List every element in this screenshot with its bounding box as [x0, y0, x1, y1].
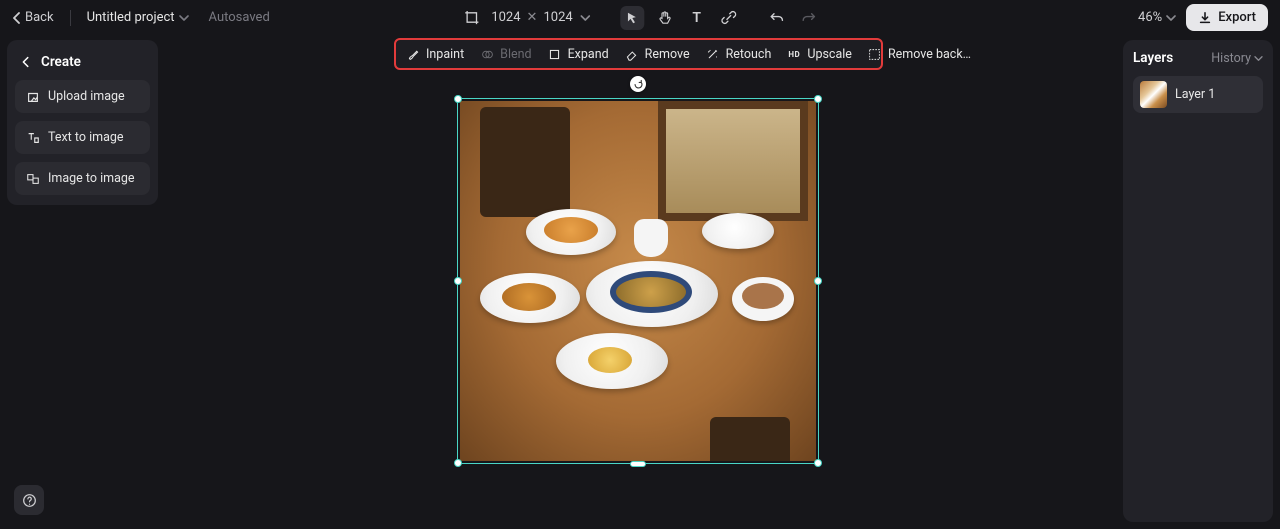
remove-background-button[interactable]: Remove back… [868, 47, 971, 62]
text-icon: T [692, 10, 701, 26]
select-tool-button[interactable] [621, 6, 645, 30]
export-label: Export [1218, 10, 1256, 25]
remove-button[interactable]: Remove [625, 47, 690, 62]
layers-title: Layers [1133, 50, 1173, 66]
upload-image-button[interactable]: Upload image [15, 80, 150, 113]
eraser-icon [625, 47, 639, 61]
chevron-down-icon [179, 14, 189, 22]
create-title: Create [41, 54, 81, 70]
autosave-status: Autosaved [209, 10, 270, 25]
layer-thumbnail [1140, 81, 1167, 108]
link-icon [721, 10, 736, 25]
rotate-handle[interactable] [630, 76, 646, 92]
cursor-icon [626, 11, 640, 25]
help-icon [22, 493, 37, 508]
create-heading: Create [19, 54, 146, 70]
zoom-label: 46% [1138, 10, 1162, 25]
back-label: Back [25, 10, 54, 25]
arrow-back-icon [19, 55, 33, 69]
ai-action-toolbar: Inpaint Blend Expand Remove Retouch HD U… [394, 38, 883, 70]
pan-tool-button[interactable] [653, 6, 677, 30]
left-panel: Create Upload image Text to image Image … [7, 40, 158, 205]
link-tool-button[interactable] [717, 6, 741, 30]
resize-handle-bm[interactable] [630, 461, 646, 467]
remove-bg-label: Remove back… [888, 47, 971, 62]
canvas-selection[interactable] [457, 98, 819, 464]
text-tool-button[interactable]: T [685, 6, 709, 30]
fit-screen-button[interactable] [459, 6, 483, 30]
selection-rectangle [457, 98, 819, 464]
crop-icon [464, 10, 479, 25]
image-to-image-icon [25, 171, 40, 186]
brush-icon [406, 47, 420, 61]
resize-handle-tr[interactable] [814, 95, 822, 103]
inpaint-label: Inpaint [426, 47, 464, 62]
blend-label: Blend [500, 47, 531, 62]
zoom-dropdown[interactable]: 46% [1138, 10, 1176, 25]
chevron-down-icon [581, 14, 591, 22]
layer-row[interactable]: Layer 1 [1133, 76, 1263, 113]
resize-handle-mr[interactable] [814, 277, 822, 285]
project-title: Untitled project [87, 10, 175, 25]
image-to-image-label: Image to image [48, 171, 135, 186]
history-dropdown[interactable]: History [1211, 51, 1263, 66]
undo-icon [769, 10, 784, 25]
project-title-dropdown[interactable]: Untitled project [87, 10, 189, 25]
inpaint-button[interactable]: Inpaint [406, 47, 464, 62]
upload-label: Upload image [48, 89, 125, 104]
chevron-left-icon [12, 12, 21, 24]
canvas-dimensions[interactable]: 1024 ✕ 1024 [491, 10, 590, 25]
hand-icon [657, 10, 672, 25]
resize-handle-tl[interactable] [454, 95, 462, 103]
divider [70, 10, 71, 26]
resize-handle-br[interactable] [814, 459, 822, 467]
text-to-image-icon [25, 130, 40, 145]
blend-icon [480, 47, 494, 61]
export-button[interactable]: Export [1186, 4, 1268, 31]
retouch-button[interactable]: Retouch [706, 47, 772, 62]
redo-icon [801, 10, 816, 25]
expand-label: Expand [568, 47, 609, 62]
image-to-image-button[interactable]: Image to image [15, 162, 150, 195]
rotate-icon [633, 79, 644, 90]
upscale-label: Upscale [807, 47, 852, 62]
right-panel: Layers History Layer 1 [1123, 40, 1273, 522]
canvas-height: 1024 [543, 10, 572, 25]
text-to-image-label: Text to image [48, 130, 124, 145]
resize-handle-ml[interactable] [454, 277, 462, 285]
expand-icon [548, 47, 562, 61]
help-button[interactable] [14, 485, 44, 515]
redo-button[interactable] [797, 6, 821, 30]
download-icon [1198, 11, 1212, 25]
canvas-image[interactable] [460, 101, 816, 461]
undo-button[interactable] [765, 6, 789, 30]
chevron-down-icon [1254, 55, 1263, 62]
expand-button[interactable]: Expand [548, 47, 609, 62]
background-remove-icon [868, 47, 882, 61]
back-button[interactable]: Back [12, 10, 54, 25]
remove-label: Remove [645, 47, 690, 62]
layer-name: Layer 1 [1175, 87, 1215, 102]
resize-handle-bl[interactable] [454, 459, 462, 467]
retouch-label: Retouch [726, 47, 772, 62]
text-to-image-button[interactable]: Text to image [15, 121, 150, 154]
history-label: History [1211, 51, 1251, 66]
upscale-button[interactable]: HD Upscale [787, 47, 852, 62]
canvas-width: 1024 [491, 10, 520, 25]
times-icon: ✕ [527, 10, 538, 25]
wand-icon [706, 47, 720, 61]
upload-icon [25, 89, 40, 104]
hd-icon: HD [787, 47, 801, 61]
chevron-down-icon [1166, 14, 1176, 22]
blend-button: Blend [480, 47, 531, 62]
